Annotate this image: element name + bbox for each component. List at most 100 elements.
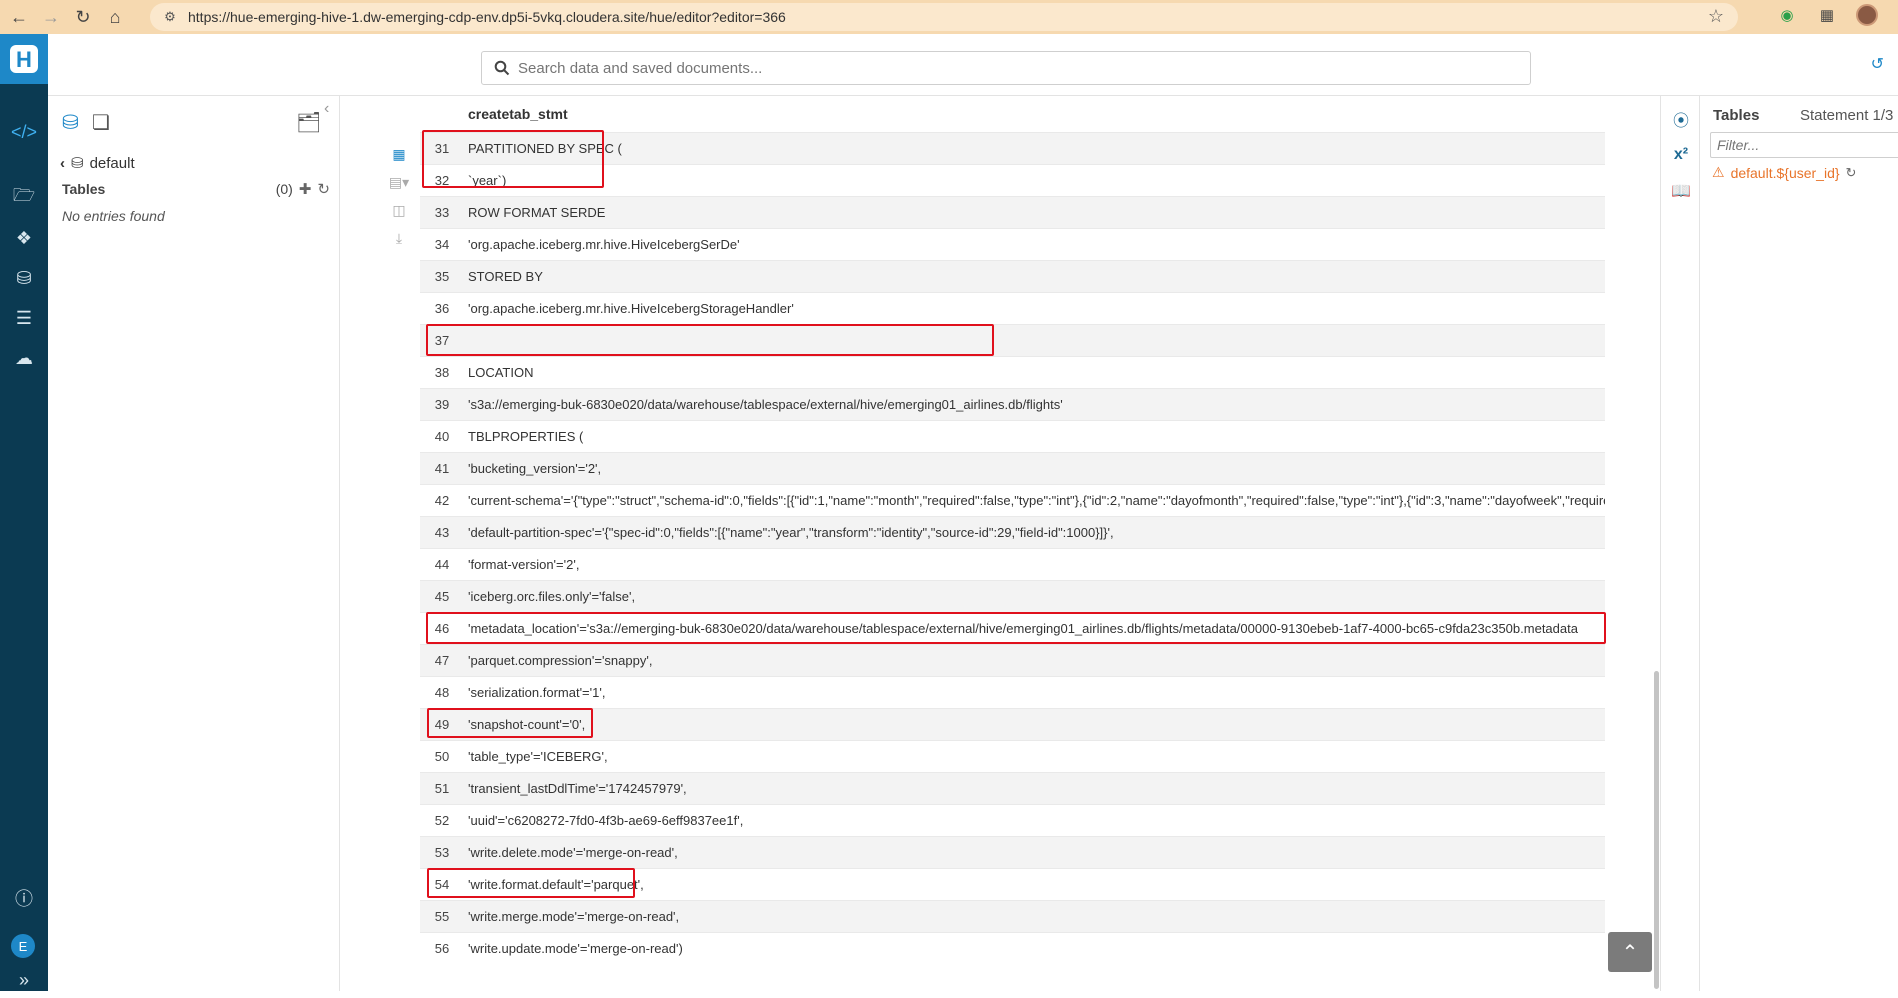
functions-icon[interactable]: x² [1661,140,1701,170]
cell-value[interactable]: TBLPROPERTIES ( [464,429,583,444]
editor-code-icon[interactable]: </> [0,114,48,150]
book-icon[interactable]: 📖 [1661,176,1701,206]
extension-eye-icon[interactable]: ◉ [1776,4,1798,26]
table-row[interactable]: 49 'snapshot-count'='0', [420,708,1605,740]
cell-value[interactable]: `year`) [464,173,506,188]
refresh-icon[interactable]: ↻ [317,180,330,198]
cell-value[interactable]: 'write.merge.mode'='merge-on-read', [464,909,679,924]
open-folder-icon[interactable]: 🗂 [296,110,321,135]
column-header[interactable]: createtab_stmt [420,96,1605,132]
cell-value[interactable]: 'default-partition-spec'='{"spec-id":0,"… [464,525,1114,540]
table-row[interactable]: 52 'uuid'='c6208272-7fd0-4f3b-ae69-6eff98… [420,804,1605,836]
cell-value[interactable]: 'bucketing_version'='2', [464,461,601,476]
global-search[interactable] [481,51,1531,85]
cell-value[interactable]: 'metadata_location'='s3a://emerging-buk-… [464,621,1578,636]
chevron-left-icon[interactable]: ‹ [60,155,65,172]
cell-value[interactable]: 'uuid'='c6208272-7fd0-4f3b-ae69-6eff9837… [464,813,743,828]
site-info-icon[interactable]: ⚙ [156,9,184,25]
bookmark-star-icon[interactable]: ☆ [1708,6,1724,27]
expand-sidebar-icon[interactable]: » [0,962,48,998]
cell-value[interactable]: PARTITIONED BY SPEC ( [464,141,622,156]
table-entry[interactable]: ⚠ default.${user_id} ↻ [1712,164,1856,181]
profile-avatar[interactable] [1856,4,1878,26]
cell-value[interactable]: 'write.format.default'='parquet', [464,877,644,892]
empty-state-text: No entries found [62,208,165,224]
database-name[interactable]: default [90,155,135,172]
cell-value[interactable]: 'current-schema'='{"type":"struct","sche… [464,493,1605,508]
table-row[interactable]: 36 'org.apache.iceberg.mr.hive.HiveIceber… [420,292,1605,324]
grid-view-icon[interactable]: ▦ [384,140,414,168]
jobs-icon[interactable]: ❖ [0,220,48,256]
history-icon[interactable]: ↺ [1871,54,1884,74]
cloud-upload-icon[interactable]: ☁ [0,340,48,376]
cell-value[interactable]: 'format-version'='2', [464,557,579,572]
table-row[interactable]: 42 'current-schema'='{"type":"struct","sc… [420,484,1605,516]
help-icon[interactable]: ⓘ [0,880,48,916]
scroll-to-top-button[interactable]: ⌃ [1608,932,1652,972]
table-row[interactable]: 55 'write.merge.mode'='merge-on-read', [420,900,1605,932]
table-row[interactable]: 40 TBLPROPERTIES ( [420,420,1605,452]
table-row[interactable]: 47 'parquet.compression'='snappy', [420,644,1605,676]
chart-view-icon[interactable]: ▤▾ [384,168,414,196]
table-row[interactable]: 32 `year`) [420,164,1605,196]
table-row[interactable]: 46 'metadata_location'='s3a://emerging-bu… [420,612,1605,644]
reload-icon[interactable]: ↻ [70,4,96,30]
table-row[interactable]: 37 [420,324,1605,356]
table-row[interactable]: 31 PARTITIONED BY SPEC ( [420,132,1605,164]
url-text[interactable]: https://hue-emerging-hive-1.dw-emerging-… [188,9,786,25]
tables-list-icon[interactable]: ☰ [0,300,48,336]
cell-value[interactable]: 'org.apache.iceberg.mr.hive.HiveIcebergS… [464,237,740,252]
back-icon[interactable]: ← [6,4,32,30]
table-row[interactable]: 38 LOCATION [420,356,1605,388]
download-icon[interactable]: ⤓ [384,224,414,252]
table-row[interactable]: 43 'default-partition-spec'='{"spec-id":0… [420,516,1605,548]
table-row[interactable]: 33 ROW FORMAT SERDE [420,196,1605,228]
database-breadcrumb[interactable]: ‹ ⛁ default [60,154,135,173]
table-row[interactable]: 45 'iceberg.orc.files.only'='false', [420,580,1605,612]
columns-icon[interactable]: ◫ [384,196,414,224]
cell-value[interactable]: 'iceberg.orc.files.only'='false', [464,589,635,604]
cell-value[interactable]: 'snapshot-count'='0', [464,717,585,732]
table-row[interactable]: 56 'write.update.mode'='merge-on-read') [420,932,1605,964]
database-icon[interactable]: ⛁ [0,260,48,296]
address-bar[interactable]: ⚙ https://hue-emerging-hive-1.dw-emergin… [150,3,1738,31]
add-table-icon[interactable]: ✚ [299,180,312,198]
user-avatar[interactable]: E [11,934,35,958]
table-entry-name[interactable]: default.${user_id} [1731,165,1840,181]
cell-value[interactable]: 'table_type'='ICEBERG', [464,749,608,764]
cell-value[interactable]: ROW FORMAT SERDE [464,205,605,220]
table-row[interactable]: 34 'org.apache.iceberg.mr.hive.HiveIceber… [420,228,1605,260]
table-row[interactable]: 39 's3a://emerging-buk-6830e020/data/ware… [420,388,1605,420]
table-row[interactable]: 44 'format-version'='2', [420,548,1605,580]
tables-filter-input[interactable] [1710,132,1898,158]
cell-value[interactable]: 'parquet.compression'='snappy', [464,653,652,668]
cell-value[interactable]: 'serialization.format'='1', [464,685,605,700]
cell-value[interactable]: 'transient_lastDdlTime'='1742457979', [464,781,687,796]
cell-value[interactable]: STORED BY [464,269,543,284]
sql-assist-database-icon[interactable]: ⛁ [62,110,79,135]
search-input[interactable] [518,59,1418,77]
home-icon[interactable]: ⌂ [102,4,128,30]
cell-value[interactable]: 's3a://emerging-buk-6830e020/data/wareho… [464,397,1063,412]
refresh-icon[interactable]: ↻ [1846,165,1857,181]
extensions-puzzle-icon[interactable]: ▦ [1816,4,1838,26]
compass-icon[interactable]: ⦿ [1661,104,1701,134]
table-row[interactable]: 35 STORED BY [420,260,1605,292]
files-icon[interactable]: 🗁 [0,180,48,216]
vertical-scrollbar[interactable] [1654,671,1659,989]
table-row[interactable]: 51 'transient_lastDdlTime'='1742457979', [420,772,1605,804]
cell-value[interactable]: 'write.update.mode'='merge-on-read') [464,941,683,956]
table-row[interactable]: 54 'write.format.default'='parquet', [420,868,1605,900]
table-row[interactable]: 53 'write.delete.mode'='merge-on-read', [420,836,1605,868]
cell-value[interactable]: 'org.apache.iceberg.mr.hive.HiveIcebergS… [464,301,794,316]
table-row[interactable]: 41 'bucketing_version'='2', [420,452,1605,484]
collapse-assist-icon[interactable]: ‹ [324,100,329,118]
table-row[interactable]: 50 'table_type'='ICEBERG', [420,740,1605,772]
hue-logo[interactable]: H [0,34,48,84]
forward-icon[interactable]: → [38,4,64,30]
warning-icon: ⚠ [1712,164,1725,180]
table-row[interactable]: 48 'serialization.format'='1', [420,676,1605,708]
cell-value[interactable]: LOCATION [464,365,534,380]
cell-value[interactable]: 'write.delete.mode'='merge-on-read', [464,845,678,860]
documents-icon[interactable]: ❏ [92,110,110,135]
